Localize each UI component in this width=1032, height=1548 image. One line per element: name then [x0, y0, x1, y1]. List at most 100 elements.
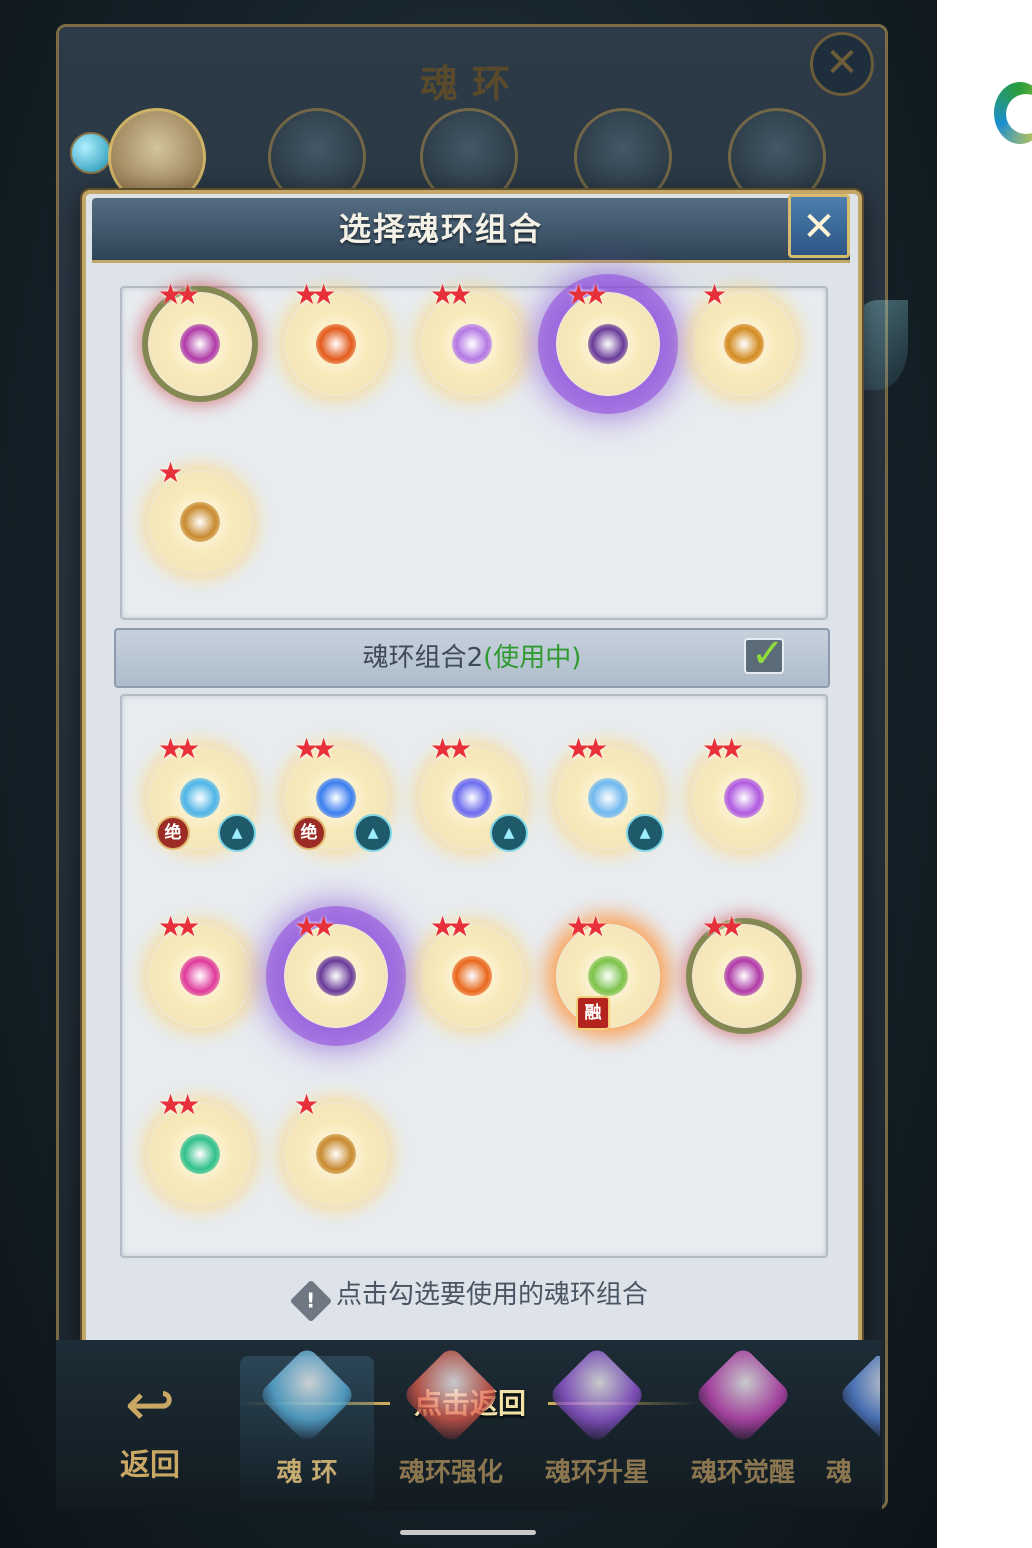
- soul-ring[interactable]: ★★ 融: [556, 910, 660, 1030]
- crystal-icon: [837, 1356, 880, 1445]
- star-rating: ★: [702, 278, 727, 311]
- soul-ring[interactable]: ★★: [420, 278, 524, 396]
- star-rating: ★★: [158, 732, 200, 765]
- soul-ring[interactable]: ★★: [148, 910, 252, 1028]
- upgrade-icon: ▲: [354, 814, 392, 852]
- crystal-icon: [401, 1345, 501, 1445]
- soul-ring-icon: [316, 324, 356, 364]
- jue-badge: 绝: [292, 816, 326, 850]
- soul-ring-icon: [452, 324, 492, 364]
- soul-ring[interactable]: ★: [692, 278, 796, 396]
- combo2-ring-grid: ★★ 绝 ▲ ★★ 绝 ▲ ★★ ▲ ★★ ▲ ★★ ★★ ★★ ★★ ★★ 融 ★★ ★★ ★: [120, 694, 828, 1258]
- soul-ring[interactable]: ★★ 绝 ▲: [284, 732, 392, 852]
- star-rating: ★★: [566, 278, 608, 311]
- gem-ornament: [70, 132, 112, 174]
- close-icon: ✕: [825, 40, 859, 86]
- character-portraits: [108, 108, 828, 206]
- soul-ring[interactable]: ★★: [556, 278, 660, 396]
- crystal-icon: [547, 1345, 647, 1445]
- star-rating: ★★: [294, 732, 336, 765]
- bottom-tab[interactable]: 魂: [820, 1356, 880, 1502]
- soul-ring[interactable]: ★★ ▲: [556, 732, 664, 852]
- star-rating: ★★: [294, 910, 336, 943]
- soul-ring[interactable]: ★: [148, 456, 252, 574]
- soul-ring[interactable]: ★★ 绝 ▲: [148, 732, 256, 852]
- logo: [994, 82, 1032, 144]
- soul-ring[interactable]: ★: [284, 1088, 388, 1206]
- combo2-label: 魂环组合2(使用中): [116, 630, 828, 686]
- soul-ring[interactable]: ★★: [284, 910, 388, 1028]
- soul-ring-icon: [316, 778, 356, 818]
- soul-ring-icon: [180, 324, 220, 364]
- soul-ring-icon: [588, 324, 628, 364]
- soul-ring[interactable]: ★★: [148, 1088, 252, 1206]
- tab-label: 魂环觉醒: [690, 1458, 795, 1488]
- soul-ring[interactable]: ★★: [692, 732, 796, 850]
- star-rating: ★★: [566, 732, 608, 765]
- soul-ring-icon: [724, 324, 764, 364]
- tab-label: 魂: [826, 1458, 853, 1488]
- dialog-title: 选择魂环组合: [338, 210, 543, 248]
- star-rating: ★★: [702, 910, 744, 943]
- dialog-header: 选择魂环组合 ✕: [92, 194, 850, 263]
- jue-badge: 绝: [156, 816, 190, 850]
- soul-ring[interactable]: ★★ ▲: [420, 732, 528, 852]
- select-combo-dialog: 选择魂环组合 ✕ ★★ ★★ ★★ ★★ ★ ★ 魂环组合2(使用中) ✓ ★★ 绝 ▲ ★★ 绝…: [82, 190, 862, 1352]
- dialog-close-button[interactable]: ✕: [788, 194, 850, 258]
- soul-ring-icon: [180, 778, 220, 818]
- soul-ring[interactable]: ★★: [692, 910, 796, 1028]
- star-rating: ★: [294, 1088, 319, 1121]
- fusion-badge: 融: [576, 996, 610, 1030]
- soul-ring-icon: [724, 956, 764, 996]
- star-rating: ★★: [158, 1088, 200, 1121]
- panel-close-button[interactable]: ✕: [810, 32, 874, 96]
- combo2-status: (使用中): [483, 643, 582, 673]
- upgrade-icon: ▲: [626, 814, 664, 852]
- soul-ring-icon: [180, 1134, 220, 1174]
- soul-ring-icon: [316, 1134, 356, 1174]
- hint: ! 点击勾选要使用的魂环组合: [86, 1274, 858, 1323]
- panel-title: 魂环: [419, 61, 524, 106]
- bottom-tab[interactable]: 魂环觉醒: [676, 1345, 810, 1502]
- star-rating: ★★: [566, 910, 608, 943]
- home-indicator: [400, 1530, 536, 1535]
- star-rating: ★★: [158, 278, 200, 311]
- soul-ring[interactable]: ★★: [420, 910, 524, 1028]
- combo2-checkbox[interactable]: ✓: [744, 631, 785, 677]
- soul-ring-icon: [452, 778, 492, 818]
- back-button[interactable]: ↩ 返回: [100, 1370, 200, 1490]
- soul-ring-icon: [452, 956, 492, 996]
- bottom-tab[interactable]: 魂环强化: [384, 1345, 518, 1502]
- combo1-ring-grid[interactable]: ★★ ★★ ★★ ★★ ★ ★: [120, 278, 828, 620]
- bottom-tab[interactable]: 魂环升星: [530, 1345, 664, 1502]
- crystal-icon: [693, 1345, 793, 1445]
- hint-text: 点击勾选要使用的魂环组合: [335, 1280, 648, 1310]
- crystal-icon: [257, 1345, 357, 1445]
- upgrade-icon: ▲: [218, 814, 256, 852]
- back-label: 返回: [120, 1448, 180, 1483]
- star-rating: ★★: [702, 732, 744, 765]
- soul-ring-icon: [724, 778, 764, 818]
- back-arrow-icon: ↩: [124, 1370, 176, 1440]
- star-rating: ★★: [430, 278, 472, 311]
- soul-ring[interactable]: ★★: [284, 278, 388, 396]
- close-icon: ✕: [802, 204, 836, 250]
- tab-label: 魂 环: [276, 1458, 338, 1488]
- game-viewport: 魂环 ✕ 选择魂环组合 ✕ ★★ ★★ ★★ ★★ ★ ★ 魂环组合2(使用中) ✓ ★★…: [0, 0, 937, 1548]
- star-rating: ★★: [294, 278, 336, 311]
- star-rating: ★: [158, 456, 183, 489]
- soul-ring-icon: [588, 956, 628, 996]
- soul-ring-icon: [588, 778, 628, 818]
- star-rating: ★★: [158, 910, 200, 943]
- soul-ring-icon: [180, 502, 220, 542]
- soul-ring-icon: [316, 956, 356, 996]
- star-rating: ★★: [430, 732, 472, 765]
- tab-label: 魂环强化: [398, 1458, 503, 1488]
- upgrade-icon: ▲: [490, 814, 528, 852]
- soul-ring[interactable]: ★★: [148, 278, 252, 396]
- star-rating: ★★: [430, 910, 472, 943]
- checkmark-icon: ✓: [751, 631, 785, 677]
- combo2-header[interactable]: 魂环组合2(使用中) ✓: [114, 628, 830, 688]
- tab-label: 魂环升星: [544, 1458, 649, 1488]
- bottom-tab[interactable]: 魂 环: [240, 1345, 374, 1502]
